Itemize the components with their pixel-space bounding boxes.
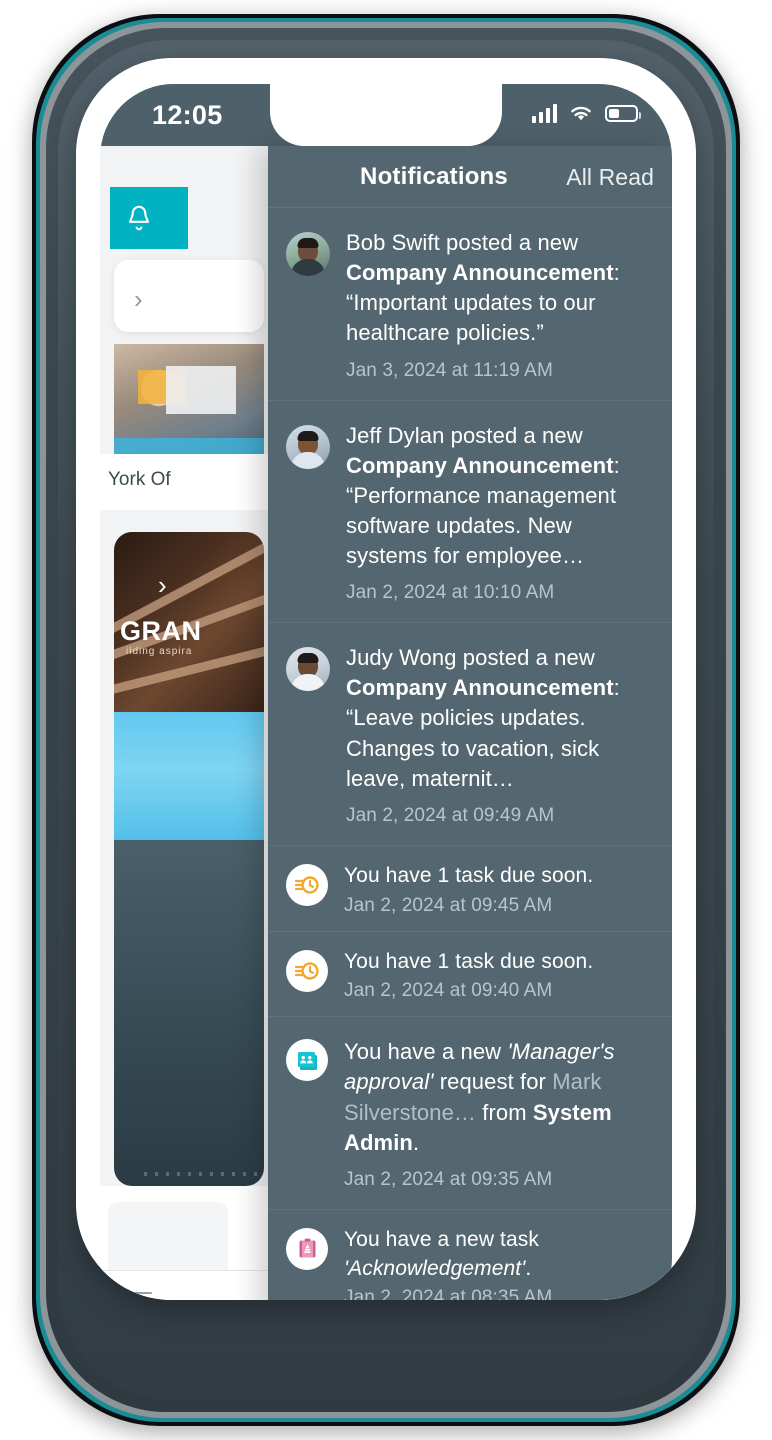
notification-timestamp: Jan 2, 2024 at 09:49 AM	[346, 804, 555, 826]
bell-icon	[129, 205, 149, 231]
phone-bezel: › York Of › GRAN ilding aspira Notificat…	[76, 58, 696, 1300]
notification-text: Judy Wong posted a new Company Announcem…	[346, 645, 620, 791]
promo-subtitle: ilding aspira	[126, 646, 193, 657]
notification-text: You have a new 'Manager's approval' requ…	[344, 1039, 615, 1155]
notification-content: Jeff Dylan posted a new Company Announce…	[346, 421, 654, 605]
tabbar-divider	[100, 1270, 268, 1271]
background-gray-block	[108, 1202, 228, 1270]
notification-timestamp: Jan 2, 2024 at 09:45 AM	[344, 894, 553, 916]
notification-row[interactable]: You have 1 task due soon. Jan 2, 2024 at…	[268, 932, 672, 1018]
notification-content: Bob Swift posted a new Company Announcem…	[346, 228, 654, 382]
notification-content: You have 1 task due soon. Jan 2, 2024 at…	[344, 862, 654, 917]
status-bar-time: 12:05	[152, 100, 223, 130]
screenshot-stage: › York Of › GRAN ilding aspira Notificat…	[0, 0, 772, 1440]
notification-row[interactable]: You have 1 task due soon. Jan 2, 2024 at…	[268, 846, 672, 932]
background-promo-card[interactable]: › GRAN ilding aspira	[114, 532, 264, 712]
all-read-button[interactable]: All Read	[566, 164, 654, 191]
notification-timestamp: Jan 3, 2024 at 11:19 AM	[346, 359, 553, 381]
notification-timestamp: Jan 2, 2024 at 10:10 AM	[346, 582, 555, 604]
notifications-drawer: Notifications All Read Bob Swift posted …	[268, 146, 672, 1300]
background-photo-deep	[114, 840, 264, 1186]
notification-timestamp: Jan 2, 2024 at 09:35 AM	[344, 1168, 553, 1190]
notification-timestamp: Jan 2, 2024 at 08:35 AM	[344, 1287, 553, 1300]
avatar	[286, 232, 330, 276]
notification-row[interactable]: Jeff Dylan posted a new Company Announce…	[268, 401, 672, 624]
notifications-header: Notifications All Read	[268, 146, 672, 208]
notification-timestamp: Jan 2, 2024 at 09:40 AM	[344, 980, 553, 1002]
phone-screen: › York Of › GRAN ilding aspira Notificat…	[100, 84, 672, 1300]
notification-content: You have a new 'Manager's approval' requ…	[344, 1037, 654, 1191]
notification-row[interactable]: You have a new task 'Acknowledgement'. J…	[268, 1210, 672, 1300]
status-bar-indicators	[532, 104, 641, 123]
battery-icon	[605, 105, 641, 122]
notification-content: Judy Wong posted a new Company Announcem…	[346, 643, 654, 827]
clipboard-task-icon	[286, 1227, 328, 1270]
wifi-icon	[571, 106, 591, 121]
avatar	[286, 424, 330, 469]
notification-content: You have a new task 'Acknowledgement'. J…	[344, 1226, 654, 1300]
hamburger-menu-icon[interactable]	[118, 1292, 152, 1300]
chevron-right-icon: ›	[134, 284, 143, 314]
background-photo-office	[114, 344, 264, 454]
promo-title: GRAN	[120, 616, 202, 646]
clock-due-icon	[286, 949, 328, 992]
clock-due-icon	[286, 863, 328, 906]
notifications-list: Bob Swift posted a new Company Announcem…	[268, 208, 672, 1300]
device-notch	[270, 84, 502, 146]
notification-text: You have 1 task due soon.	[344, 949, 594, 973]
office-label: York Of	[108, 469, 171, 490]
cellular-signal-icon	[532, 104, 557, 123]
approval-card-icon	[286, 1039, 328, 1082]
notification-text: You have 1 task due soon.	[344, 863, 594, 887]
background-photo-sky	[114, 712, 264, 840]
chevron-right-icon-2: ›	[158, 570, 167, 600]
notification-text: You have a new task 'Acknowledgement'.	[344, 1227, 539, 1280]
carousel-dots	[144, 1172, 260, 1176]
notification-content: You have 1 task due soon. Jan 2, 2024 at…	[344, 948, 654, 1003]
avatar	[286, 647, 330, 692]
notification-text: Bob Swift posted a new Company Announcem…	[346, 230, 620, 346]
notification-text: Jeff Dylan posted a new Company Announce…	[346, 422, 620, 569]
notification-row[interactable]: Bob Swift posted a new Company Announcem…	[268, 208, 672, 401]
notification-row[interactable]: You have a new 'Manager's approval' requ…	[268, 1017, 672, 1210]
notification-row[interactable]: Judy Wong posted a new Company Announcem…	[268, 623, 672, 846]
